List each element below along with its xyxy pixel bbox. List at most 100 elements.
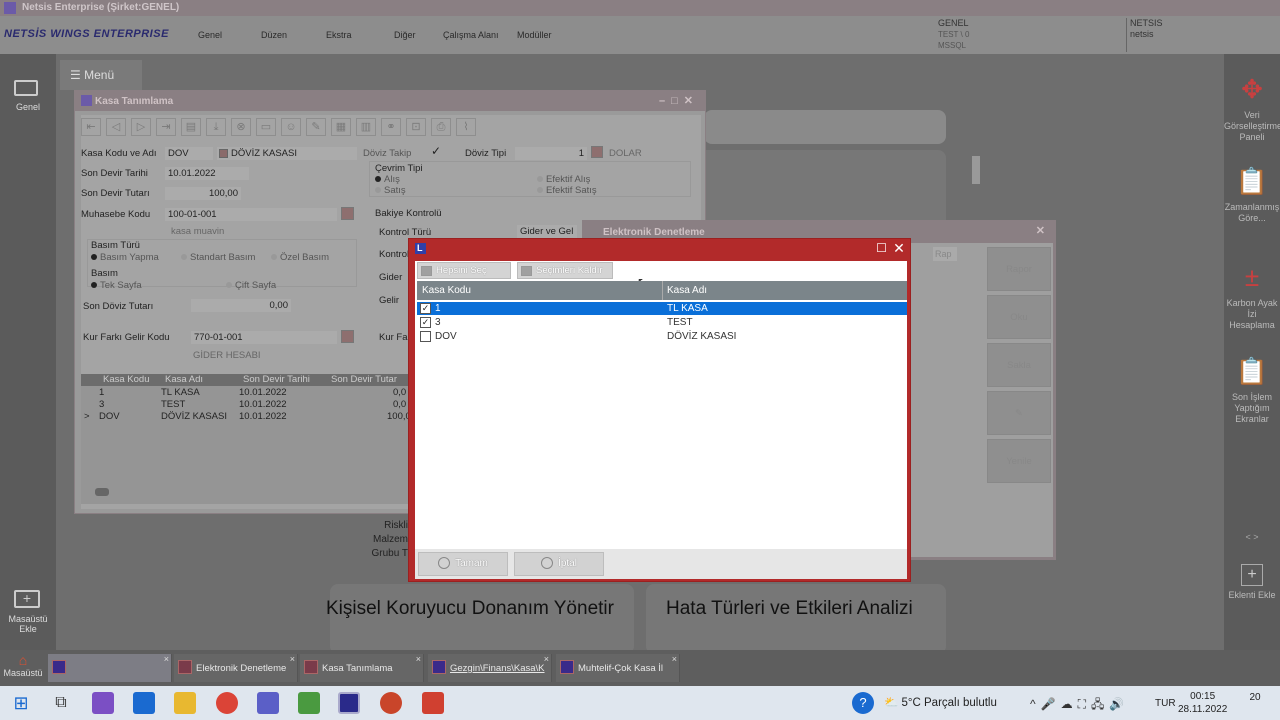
column-divider[interactable] <box>662 281 663 300</box>
radio-satis[interactable]: Satış <box>375 185 406 196</box>
dialog-titlebar[interactable]: ☐ ✕ <box>409 239 910 259</box>
table-row[interactable]: 1 TL KASA 10.01.2022 0,0 <box>81 387 411 399</box>
visual-studio-icon[interactable] <box>92 692 114 714</box>
tab-close-icon[interactable]: × <box>290 654 295 664</box>
col-kasa-kodu[interactable]: Kasa Kodu <box>422 285 471 296</box>
doviz-takip-checkbox[interactable]: ✓ <box>431 144 441 158</box>
ok-button[interactable]: Tamam <box>418 552 508 576</box>
sidebar-add-extension[interactable]: + Eklenti Ekle <box>1224 564 1280 601</box>
file-explorer-icon[interactable] <box>174 692 196 714</box>
tab-close-icon[interactable]: × <box>672 654 677 664</box>
desktop-add-icon[interactable]: + <box>14 590 40 608</box>
tab-close-icon[interactable]: × <box>544 654 549 664</box>
grid-col-header[interactable]: Son Devir Tarihi <box>243 374 310 385</box>
radio-tek-sayfa[interactable]: Tek Sayfa <box>91 280 142 291</box>
table-row[interactable]: > DOV DÖVİZ KASASI 10.01.2022 100,0 <box>81 411 411 423</box>
grid-col-header[interactable]: Kasa Adı <box>165 374 203 385</box>
son-devir-tutari-field[interactable]: 100,00 <box>165 187 241 200</box>
row-checkbox[interactable]: ✓ <box>420 317 431 328</box>
app-icon[interactable] <box>298 692 320 714</box>
help-icon[interactable]: ? <box>852 692 874 714</box>
netsis-taskbar-icon[interactable] <box>338 692 360 714</box>
weather-widget[interactable]: ⛅ 5°C Parçalı bulutlu <box>884 695 997 709</box>
outlook-icon[interactable] <box>133 692 155 714</box>
menu-calisma-alani[interactable]: Çalışma Alanı <box>443 30 499 40</box>
app-tab-kasa[interactable]: Kasa Tanımlama × <box>300 654 424 682</box>
grid-col-header[interactable]: Son Devir Tutar <box>331 374 397 385</box>
dashboard-search-bar[interactable] <box>704 110 946 144</box>
rapor-button[interactable]: Rapor <box>987 247 1051 291</box>
desktop-add-label[interactable]: Masaüstü Ekle <box>0 614 56 634</box>
report-icon[interactable]: ▥ <box>356 118 376 136</box>
kasa-window-titlebar[interactable]: Kasa Tanımlama –□✕ <box>75 91 705 111</box>
window-controls[interactable]: ✕ <box>1036 224 1051 237</box>
print-icon[interactable]: ⎙ <box>431 118 451 136</box>
radio-cift-sayfa[interactable]: Çift Sayfa <box>226 280 276 291</box>
ed-tab[interactable]: Rap <box>933 247 957 261</box>
radio-ozel-basim[interactable]: Özel Basım <box>271 252 329 263</box>
sidebar-item-zamanlanmis[interactable]: 📋 Zamanlanmış Göre... <box>1224 164 1280 224</box>
calc-icon[interactable]: ▦ <box>331 118 351 136</box>
app-tab-elektronik[interactable]: Elektronik Denetleme × <box>174 654 298 682</box>
list-icon[interactable]: ▤ <box>181 118 201 136</box>
window-controls[interactable]: –□✕ <box>659 94 699 107</box>
menu-button[interactable]: ☰ Menü <box>60 60 142 90</box>
link-icon[interactable]: ⚭ <box>381 118 401 136</box>
son-doviz-tutari-field[interactable]: 0,00 <box>191 299 291 312</box>
table-row[interactable]: 3 TEST 10.01.2022 0,0 <box>81 399 411 411</box>
doviz-lookup-icon[interactable] <box>591 146 603 158</box>
edit-icon[interactable]: ✎ <box>306 118 326 136</box>
sakla-button[interactable]: Sakla <box>987 343 1051 387</box>
table-row[interactable]: ✓ 3 TEST <box>417 316 907 329</box>
prev-record-icon[interactable]: ◁ <box>106 118 126 136</box>
monitor-icon[interactable] <box>14 80 38 96</box>
oku-button[interactable]: Oku <box>987 295 1051 339</box>
windows-start-icon[interactable]: ⊞ <box>10 692 32 714</box>
folder-icon[interactable]: ▭ <box>256 118 276 136</box>
sidebar-item-veri-gorsellestirme[interactable]: ✥ Veri Görselleştirme Paneli <box>1224 72 1280 143</box>
system-tray-icons[interactable]: ^🎤☁⛶🖧🔊 <box>1030 695 1129 716</box>
next-record-icon[interactable]: ▷ <box>131 118 151 136</box>
sidebar-nav-arrows[interactable]: < > <box>1224 532 1280 543</box>
maximize-icon[interactable]: ☐ <box>875 242 888 255</box>
col-kasa-adi[interactable]: Kasa Adı <box>667 285 707 296</box>
save-icon[interactable]: ⤓ <box>206 118 226 136</box>
clear-selection-button[interactable]: Seçimleri Kaldır <box>517 262 613 279</box>
radio-basim-yapma[interactable]: Basım Yapma <box>91 252 159 263</box>
first-record-icon[interactable]: ⇤ <box>81 118 101 136</box>
delete-icon[interactable]: ⊗ <box>231 118 251 136</box>
menu-moduller[interactable]: Modüller <box>517 30 552 40</box>
grid-col-header[interactable]: Kasa Kodu <box>103 374 149 385</box>
radio-efektif-satis[interactable]: Efektif Satış <box>537 185 597 196</box>
powerpoint-icon[interactable] <box>380 692 402 714</box>
cancel-button[interactable]: İptal <box>514 552 604 576</box>
row-checkbox[interactable]: ✓ <box>420 303 431 314</box>
lock-icon[interactable]: ⊡ <box>406 118 426 136</box>
son-devir-tarihi-field[interactable]: 10.01.2022 <box>165 167 249 180</box>
sidebar-genel-label[interactable]: Genel <box>0 102 56 112</box>
kontrol-turu-field[interactable]: Gider ve Gel <box>517 225 577 238</box>
menu-ekstra[interactable]: Ekstra <box>326 30 352 40</box>
app-tab-active[interactable]: × <box>48 654 172 682</box>
radio-alis[interactable]: Alış <box>375 174 400 185</box>
radio-standart-basim[interactable]: Standart Basım <box>181 252 255 263</box>
muhasebe-lookup-icon[interactable] <box>341 207 354 220</box>
menu-diger[interactable]: Diğer <box>394 30 416 40</box>
app-tab-muhtelif[interactable]: Muhtelif-Çok Kasa İl × <box>556 654 680 682</box>
chart-icon[interactable]: ⌇ <box>456 118 476 136</box>
notification-icon[interactable]: 20 <box>1244 692 1266 714</box>
user-icon[interactable]: ☺ <box>281 118 301 136</box>
kasa-adi-field[interactable]: DÖVİZ KASASI <box>217 147 357 160</box>
tab-close-icon[interactable]: × <box>416 654 421 664</box>
yenile-button[interactable]: Yenile <box>987 439 1051 483</box>
teams-icon[interactable] <box>257 692 279 714</box>
task-view-icon[interactable]: ⧉ <box>50 692 72 714</box>
last-record-icon[interactable]: ⇥ <box>156 118 176 136</box>
close-icon[interactable]: ✕ <box>892 241 906 255</box>
sidebar-item-karbon[interactable]: ± Karbon Ayak İzi Hesaplama <box>1224 260 1280 331</box>
sidebar-item-son-islem[interactable]: 📋 Son İşlem Yaptığım Ekranlar <box>1224 354 1280 425</box>
grid-scrollbar[interactable] <box>95 488 109 496</box>
edit-button[interactable]: ✎ <box>987 391 1051 435</box>
clock[interactable]: 00:15 28.11.2022 <box>1178 690 1227 716</box>
table-row[interactable]: ✓ 1 TL KASA <box>417 302 907 315</box>
